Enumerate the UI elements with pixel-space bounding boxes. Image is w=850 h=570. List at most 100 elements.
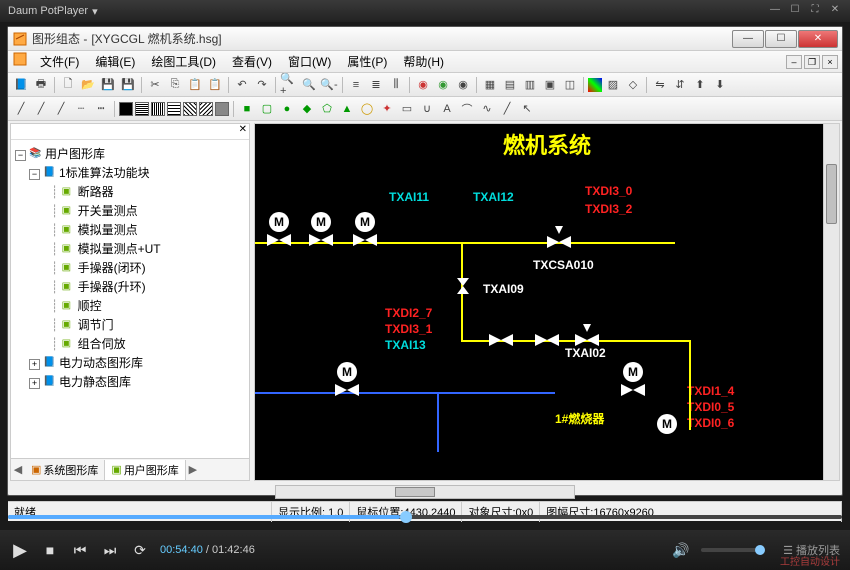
seek-slider[interactable] (8, 508, 842, 526)
layer1-icon[interactable]: ◉ (414, 76, 432, 94)
motor-valve-icon[interactable]: M (269, 212, 289, 232)
tab-system-lib[interactable]: ▣系统图形库 (25, 460, 105, 480)
line4-icon[interactable]: ┄ (72, 100, 90, 118)
star-icon[interactable]: ✦ (378, 100, 396, 118)
zoomin-icon[interactable]: 🔍+ (280, 76, 298, 94)
tofront-icon[interactable]: ⬆ (691, 76, 709, 94)
maximize-icon[interactable]: ☐ (788, 4, 802, 18)
tree-item[interactable]: ┊ ▣手操器(升环) (15, 277, 245, 296)
grid1-icon[interactable]: ▦ (481, 76, 499, 94)
tree-group-1[interactable]: −📘1标准算法功能块 (15, 163, 245, 182)
select-icon[interactable]: ↖ (518, 100, 536, 118)
menu-edit[interactable]: 编辑(E) (87, 51, 143, 72)
seek-thumb[interactable] (400, 511, 412, 523)
volume-thumb[interactable] (755, 545, 765, 555)
line1-icon[interactable]: ╱ (12, 100, 30, 118)
motor-valve-icon[interactable]: M (623, 362, 643, 382)
stop-button[interactable]: ■ (40, 540, 60, 560)
scrollbar-thumb[interactable] (826, 164, 837, 224)
text-icon[interactable]: ∪ (418, 100, 436, 118)
line2-icon[interactable]: ╱ (32, 100, 50, 118)
tree-item[interactable]: ┊ ▣调节门 (15, 315, 245, 334)
line3-icon[interactable]: ╱ (52, 100, 70, 118)
tree-item[interactable]: ┊ ▣模拟量测点 (15, 220, 245, 239)
align2-icon[interactable]: ≣ (367, 76, 385, 94)
tree-item[interactable]: ┊ ▣开关量测点 (15, 201, 245, 220)
tree-item[interactable]: ┊ ▣模拟量测点+UT (15, 239, 245, 258)
circle-icon[interactable]: ◯ (358, 100, 376, 118)
canvas[interactable]: 燃机系统 TXAI11 TXAI12 TXDI3_0 TXDI3_2 TXCSA… (254, 123, 840, 481)
tab-user-lib[interactable]: ▣用户图形库 (105, 460, 185, 480)
shape-icon[interactable]: ◇ (624, 76, 642, 94)
mdi-minimize-button[interactable]: – (786, 55, 802, 69)
undo-icon[interactable]: ↶ (233, 76, 251, 94)
tree-group-2[interactable]: +📘电力动态图形库 (15, 353, 245, 372)
text-a-icon[interactable]: A (438, 100, 456, 118)
motor-valve-icon[interactable]: M (337, 362, 357, 382)
tri-icon[interactable]: ▲ (338, 100, 356, 118)
paste-icon[interactable]: 📋 (186, 76, 204, 94)
inner-maximize-button[interactable]: ☐ (765, 30, 797, 48)
widget-icon[interactable]: ▭ (398, 100, 416, 118)
save-icon[interactable]: 💾 (99, 76, 117, 94)
menu-help[interactable]: 帮助(H) (395, 51, 452, 72)
cut-icon[interactable]: ✂ (146, 76, 164, 94)
motor-valve-icon[interactable]: M (311, 212, 331, 232)
inner-close-button[interactable]: ✕ (798, 30, 838, 48)
expand-icon[interactable]: + (29, 359, 40, 370)
prev-button[interactable]: ⏮ (70, 540, 90, 560)
control-valve-icon[interactable] (545, 224, 573, 250)
menu-view[interactable]: 查看(V) (224, 51, 280, 72)
tree-root[interactable]: −📚用户图形库 (15, 144, 245, 163)
tree-view[interactable]: −📚用户图形库 −📘1标准算法功能块 ┊ ▣断路器 ┊ ▣开关量测点 ┊ ▣模拟… (11, 140, 249, 458)
line5-icon[interactable]: ┉ (92, 100, 110, 118)
fill-lines[interactable] (135, 102, 149, 116)
tab-nav-right-icon[interactable]: ▶ (186, 463, 200, 476)
fill-cross[interactable] (215, 102, 229, 116)
redo-icon[interactable]: ↷ (253, 76, 271, 94)
grid2-icon[interactable]: ▤ (501, 76, 519, 94)
grad-icon[interactable]: ▨ (604, 76, 622, 94)
menu-window[interactable]: 窗口(W) (280, 51, 339, 72)
tab-nav-left-icon[interactable]: ◀ (11, 463, 25, 476)
dropdown-icon[interactable]: ▾ (92, 5, 98, 18)
tree-item[interactable]: ┊ ▣组合伺放 (15, 334, 245, 353)
curve-icon[interactable]: ∿ (478, 100, 496, 118)
fill-diag1[interactable] (183, 102, 197, 116)
layer3-icon[interactable]: ◉ (454, 76, 472, 94)
collapse-icon[interactable]: − (15, 150, 26, 161)
valve-icon[interactable] (453, 276, 473, 296)
control-valve-icon[interactable] (573, 322, 601, 348)
copy-icon[interactable]: ⎘ (166, 76, 184, 94)
valve-icon[interactable] (533, 330, 561, 350)
flip-h-icon[interactable]: ⇋ (651, 76, 669, 94)
menu-file[interactable]: 文件(F) (32, 51, 87, 72)
saveall-icon[interactable]: 💾 (119, 76, 137, 94)
toback-icon[interactable]: ⬇ (711, 76, 729, 94)
zoomout-icon[interactable]: 🔍- (320, 76, 338, 94)
menu-attr[interactable]: 属性(P) (339, 51, 395, 72)
align1-icon[interactable]: ≡ (347, 76, 365, 94)
freeline-icon[interactable]: ╱ (498, 100, 516, 118)
motor-valve-icon[interactable]: M (355, 212, 375, 232)
mdi-restore-button[interactable]: ❐ (804, 55, 820, 69)
fill-solid[interactable] (119, 102, 133, 116)
volume-slider[interactable] (701, 548, 761, 552)
next-button[interactable]: ⏭ (100, 540, 120, 560)
tree-item[interactable]: ┊ ▣手操器(闭环) (15, 258, 245, 277)
book-icon[interactable]: 📘 (12, 76, 30, 94)
valve-icon[interactable] (487, 330, 515, 350)
motor-valve-icon[interactable]: M (657, 414, 677, 434)
flip-v-icon[interactable]: ⇵ (671, 76, 689, 94)
volume-icon[interactable]: 🔊 (671, 540, 691, 560)
diamond-icon[interactable]: ◆ (298, 100, 316, 118)
grid3-icon[interactable]: ▥ (521, 76, 539, 94)
grid4-icon[interactable]: ▣ (541, 76, 559, 94)
inner-minimize-button[interactable]: — (732, 30, 764, 48)
scrollbar-thumb[interactable] (395, 487, 435, 497)
poly-icon[interactable]: ⬠ (318, 100, 336, 118)
fill-grid[interactable] (167, 102, 181, 116)
collapse-icon[interactable]: − (29, 169, 40, 180)
ellipse-icon[interactable]: ● (278, 100, 296, 118)
paste2-icon[interactable]: 📋 (206, 76, 224, 94)
